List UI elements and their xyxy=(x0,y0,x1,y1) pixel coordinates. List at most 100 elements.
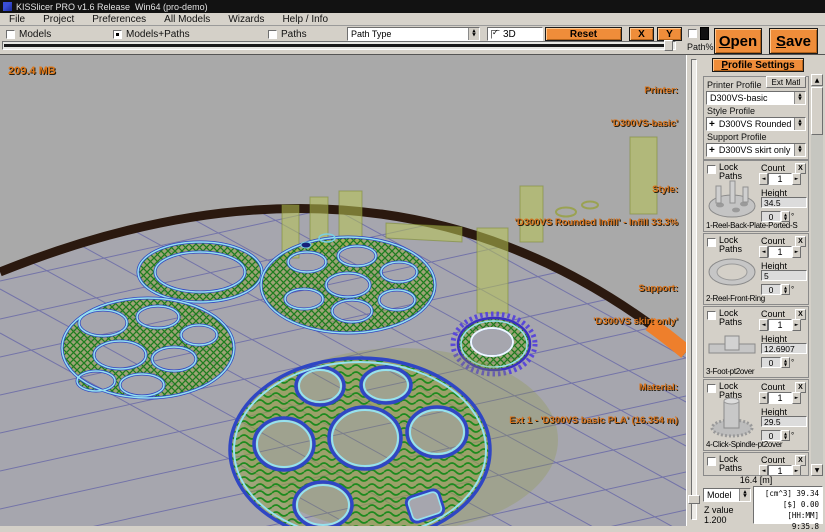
model-name: 1-Reel-Back-Plate-Ported-S xyxy=(706,221,809,230)
lock-paths-checkbox[interactable] xyxy=(707,238,716,247)
printer-profile-select[interactable]: D300VS-basic ▲▼ xyxy=(706,91,806,105)
models-paths-checkbox-group[interactable]: Models+Paths xyxy=(113,29,190,40)
reset-button[interactable]: Reset xyxy=(545,27,622,41)
models-paths-label: Models+Paths xyxy=(126,29,190,40)
model-card-4: LockPaths Count X ◄ 1 ► Height 29.5 0 ▲▼ xyxy=(703,379,809,451)
viewport-3d[interactable]: 209.4 MB Printer: 'D300VS-basic' Style: … xyxy=(0,55,686,526)
info-printer-label: Printer: xyxy=(509,85,678,96)
path-pct-slider-fill xyxy=(4,44,664,47)
open-button[interactable]: Open xyxy=(714,28,762,54)
model-card-3: LockPaths Count X ◄ 1 ► Height 12.6907 0… xyxy=(703,306,809,378)
paths-checkbox-group[interactable]: Paths xyxy=(268,29,307,40)
count-label: Count xyxy=(761,309,785,319)
model-name: 3-Foot-pt2over xyxy=(706,367,809,376)
path-type-select[interactable]: Path Type ▲▼ xyxy=(347,27,480,41)
info-material-value: Ext 1 - 'D300VS basic PLA' (16.354 m) xyxy=(509,415,678,426)
count-increment-icon[interactable]: ► xyxy=(792,173,801,185)
models-paths-checkbox[interactable] xyxy=(113,30,122,39)
support-profile-stepper[interactable]: ▲▼ xyxy=(794,144,805,156)
menu-help-info[interactable]: Help / Info xyxy=(273,14,337,25)
x-axis-button[interactable]: X xyxy=(629,27,654,41)
info-support-value: 'D300VS skirt only' xyxy=(509,316,678,327)
window-title: KISSlicer PRO v1.6 Release Win64 (pro-de… xyxy=(16,2,208,12)
count-spinner[interactable]: ◄ 1 ► xyxy=(759,173,801,185)
plus-icon: + xyxy=(709,119,715,130)
path-type-stepper[interactable]: ▲▼ xyxy=(468,28,479,40)
style-profile-stepper[interactable]: ▲▼ xyxy=(794,118,805,130)
degree-label: ° xyxy=(791,358,794,367)
z-slider-handle[interactable] xyxy=(688,495,700,504)
count-decrement-icon[interactable]: ◄ xyxy=(759,246,768,258)
count-decrement-icon[interactable]: ◄ xyxy=(759,392,768,404)
model-card-5: LockPaths Count X ◄ 1 ► xyxy=(703,452,809,476)
count-spinner[interactable]: ◄ 1 ► xyxy=(759,319,801,331)
y-axis-button[interactable]: Y xyxy=(657,27,682,41)
lock-paths-checkbox[interactable] xyxy=(707,457,716,466)
ext-matl-button[interactable]: Ext Matl xyxy=(766,76,806,88)
path-pct-checkbox[interactable] xyxy=(688,29,697,38)
display-mode-stepper[interactable]: ▲▼ xyxy=(739,489,750,501)
model-list-scrollbar[interactable]: ▲ ▼ xyxy=(811,74,823,476)
scroll-up-icon[interactable]: ▲ xyxy=(811,74,823,86)
z-value: 1.200 xyxy=(704,515,727,525)
menu-project[interactable]: Project xyxy=(34,14,83,25)
height-field[interactable]: 29.5 xyxy=(761,416,807,427)
model-list: Ext Matl Printer Profile D300VS-basic ▲▼… xyxy=(703,74,823,476)
app-icon xyxy=(3,2,12,11)
style-profile-select[interactable]: + D300VS Rounded inf ▲▼ xyxy=(706,117,806,131)
count-increment-icon[interactable]: ► xyxy=(792,246,801,258)
support-profile-select[interactable]: + D300VS skirt only ▲▼ xyxy=(706,143,806,157)
degree-label: ° xyxy=(791,212,794,221)
count-increment-icon[interactable]: ► xyxy=(792,392,801,404)
three-d-toggle[interactable]: ✓ 3D xyxy=(487,27,543,41)
profile-settings-button[interactable]: Profile Settings xyxy=(712,58,804,72)
path-pct-slider-handle[interactable] xyxy=(664,40,673,51)
stat-volume: [cm^3] 39.34 xyxy=(757,488,819,499)
height-field[interactable]: 5 xyxy=(761,270,807,281)
save-button[interactable]: Save xyxy=(769,28,818,54)
count-spinner[interactable]: ◄ 1 ► xyxy=(759,246,801,258)
z-slider[interactable] xyxy=(686,55,701,526)
count-increment-icon[interactable]: ► xyxy=(792,319,801,331)
count-decrement-icon[interactable]: ◄ xyxy=(759,173,768,185)
lock-paths-checkbox[interactable] xyxy=(707,311,716,320)
height-field[interactable]: 34.5 xyxy=(761,197,807,208)
menu-preferences[interactable]: Preferences xyxy=(83,14,155,25)
scrollbar-thumb[interactable] xyxy=(811,87,823,135)
menu-all-models[interactable]: All Models xyxy=(155,14,219,25)
display-mode-select[interactable]: Model ▲▼ xyxy=(703,488,751,502)
model-name: 2-Reel-Front-Ring xyxy=(706,294,809,303)
model-card-1: LockPaths Count X ◄ 1 ► Height 34.5 xyxy=(703,160,809,232)
path-pct-slider[interactable] xyxy=(2,40,676,51)
lock-paths-checkbox[interactable] xyxy=(707,384,716,393)
info-material-label: Material: xyxy=(509,382,678,393)
height-field[interactable]: 12.6907 xyxy=(761,343,807,354)
paths-label: Paths xyxy=(281,29,307,40)
paths-checkbox[interactable] xyxy=(268,30,277,39)
path-color-swatch[interactable] xyxy=(700,27,709,40)
count-decrement-icon[interactable]: ◄ xyxy=(759,319,768,331)
count-label: Count xyxy=(761,382,785,392)
menu-wizards[interactable]: Wizards xyxy=(219,14,273,25)
three-d-checkbox[interactable]: ✓ xyxy=(491,30,500,39)
count-spinner[interactable]: ◄ 1 ► xyxy=(759,392,801,404)
info-support-label: Support: xyxy=(509,283,678,294)
count-label: Count xyxy=(761,163,785,173)
z-value-label: Z value xyxy=(704,505,734,515)
menu-file[interactable]: File xyxy=(0,14,34,25)
degree-label: ° xyxy=(791,431,794,440)
slice-info-overlay: Printer: 'D300VS-basic' Style: 'D300VS R… xyxy=(509,63,678,459)
toolbar: Models Models+Paths Paths Path Type ▲▼ ✓… xyxy=(0,26,825,55)
scroll-down-icon[interactable]: ▼ xyxy=(811,464,823,476)
lock-paths-checkbox[interactable] xyxy=(707,165,716,174)
model-thumbnail xyxy=(706,322,758,366)
degree-label: ° xyxy=(791,285,794,294)
support-profile-label: Support Profile xyxy=(707,132,806,142)
path-pct-label: Path% xyxy=(687,42,714,52)
printer-profile-stepper[interactable]: ▲▼ xyxy=(794,92,805,104)
models-label: Models xyxy=(19,29,51,40)
models-checkbox[interactable] xyxy=(6,30,15,39)
models-checkbox-group[interactable]: Models xyxy=(6,29,51,40)
info-style-label: Style: xyxy=(509,184,678,195)
menu-bar: File Project Preferences All Models Wiza… xyxy=(0,13,825,26)
